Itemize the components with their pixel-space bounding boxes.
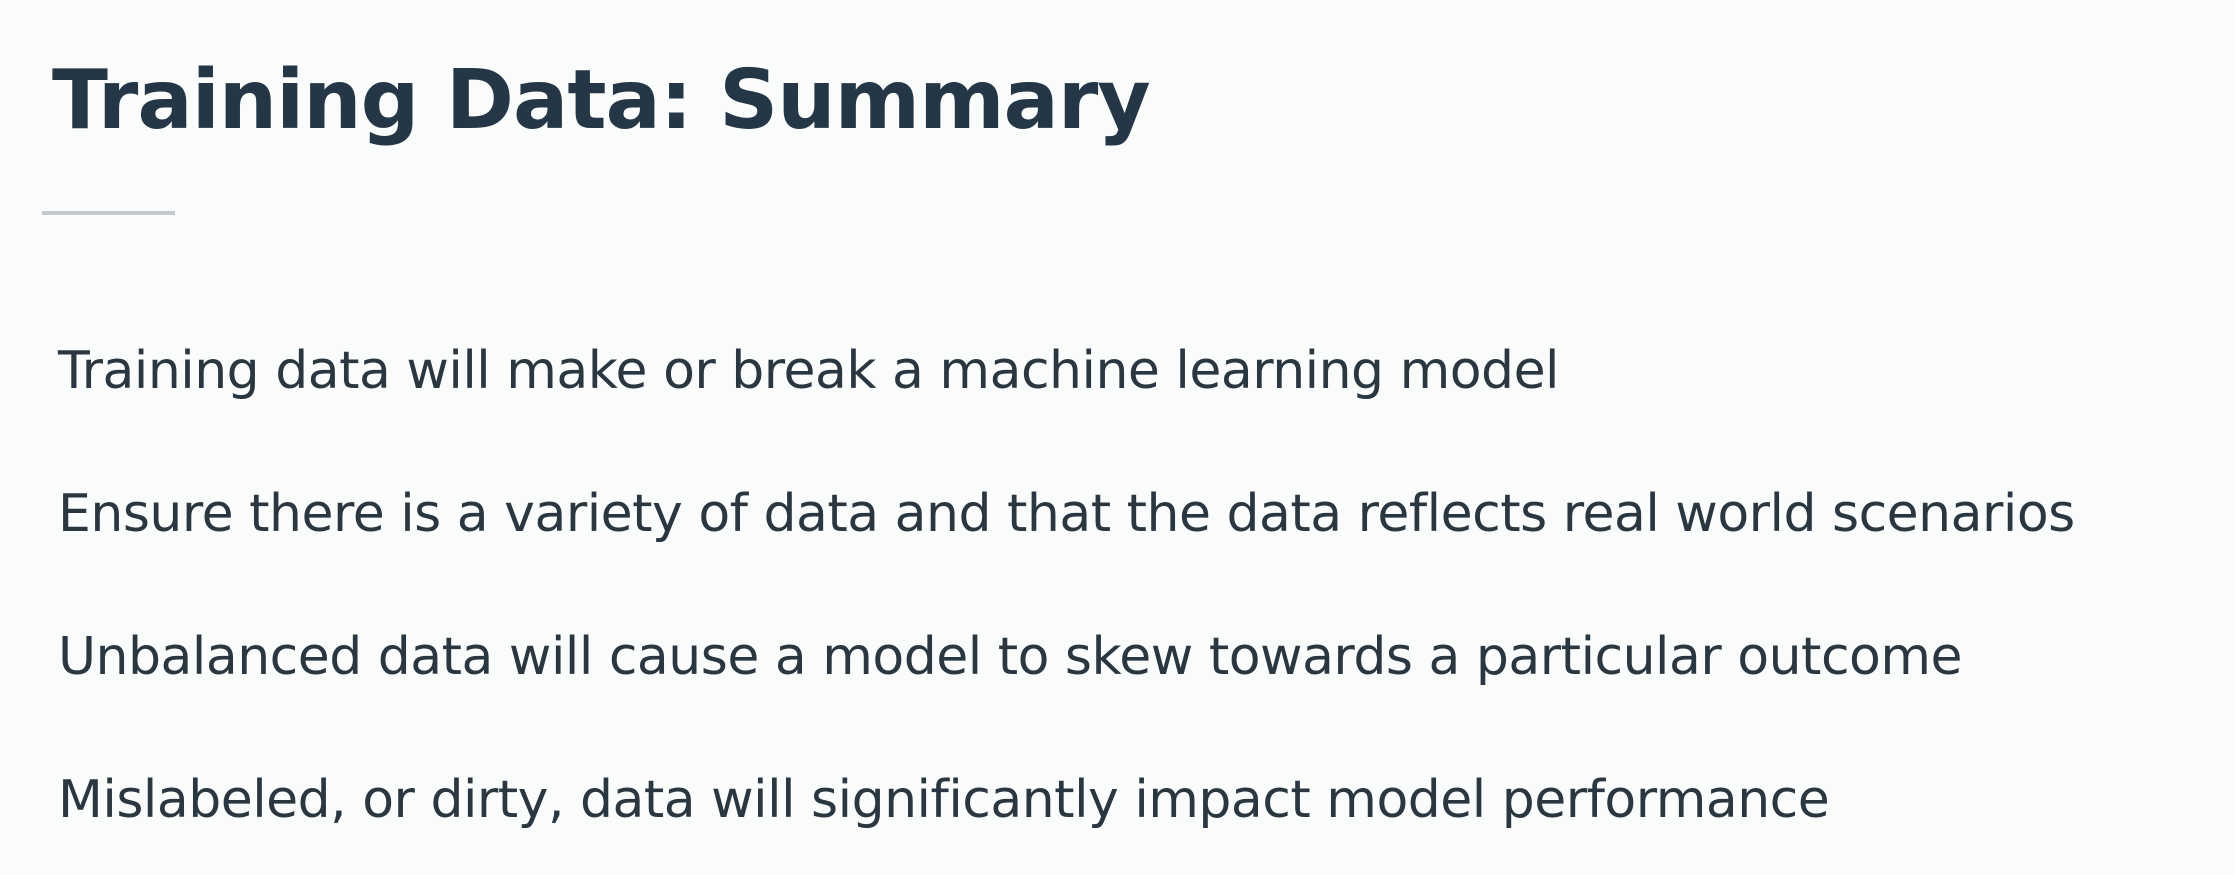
bullet-item: Mislabeled, or dirty, data will signific… [58, 770, 1830, 830]
bullet-item: Ensure there is a variety of data and th… [58, 484, 2075, 544]
title-divider [42, 211, 175, 215]
bullet-item: Unbalanced data will cause a model to sk… [58, 627, 1962, 687]
slide: Training Data: Summary Training data wil… [0, 0, 2235, 875]
slide-title: Training Data: Summary [52, 53, 1151, 148]
bullet-item: Training data will make or break a machi… [58, 341, 1560, 401]
bullet-list: Training data will make or break a machi… [58, 300, 2075, 872]
